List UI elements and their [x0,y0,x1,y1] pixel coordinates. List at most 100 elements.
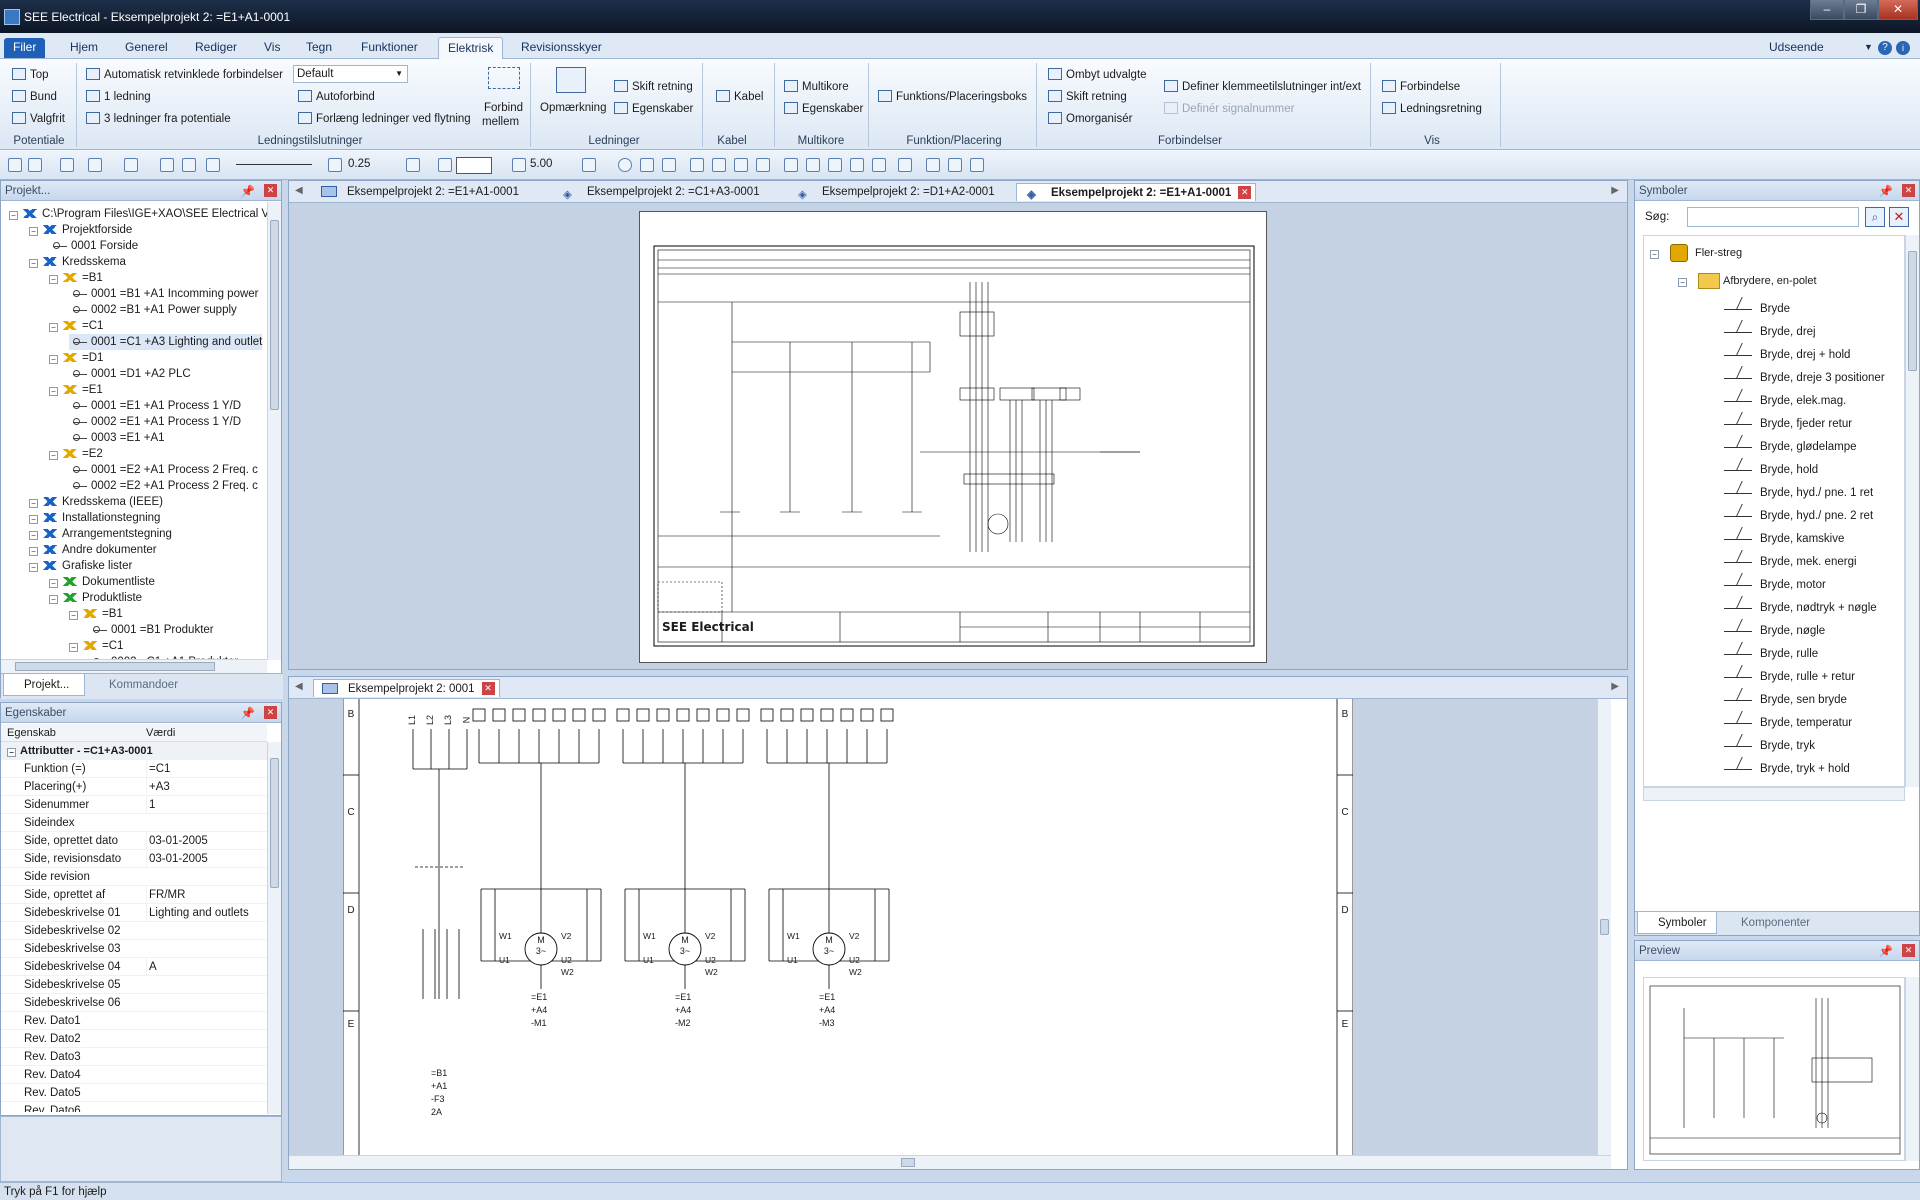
arrow-tool-icon[interactable] [734,158,748,172]
scroll-thumb[interactable] [1908,251,1917,371]
wire-tool-2-icon[interactable] [712,158,726,172]
tree-item[interactable]: 0001 =E1 +A1 Process 1 Y/D [69,398,241,414]
tab-scroll-right-icon[interactable]: ▶ [1611,185,1619,196]
grid-size-value[interactable]: 5.00 [530,158,552,170]
export-tool-icon[interactable] [970,158,984,172]
motor-circuit[interactable]: M 3~ W1 V2 U1 U2 W2 =E1 +A4 -M1 [469,699,613,1155]
tree-node-fler-streg[interactable]: − Fler-streg [1650,242,1742,264]
properties-group-row[interactable]: − Attributter - =C1+A3-0001 [1,742,267,760]
schematic-sheet-top[interactable]: SEE Electrical [639,211,1267,663]
connect-between-icon[interactable] [488,67,520,89]
scroll-thumb[interactable] [1600,919,1609,935]
property-row[interactable]: Sidebeskrivelse 02 [1,922,267,940]
collapse-icon[interactable]: − [49,579,58,588]
tab-symboler[interactable]: Symboler [1637,912,1717,934]
tree-item[interactable]: 0001 =B1 +A1 Incomming power [69,286,259,302]
collapse-icon[interactable]: − [49,355,58,364]
pin-icon[interactable]: 📌 [1879,182,1893,202]
tab-revisionsskyer[interactable]: Revisionsskyer [512,37,611,59]
property-row[interactable]: Sideindex [1,814,267,832]
tab-scroll-left-icon[interactable]: ◀ [295,185,303,196]
property-row[interactable]: Placering(+) +A3 [1,778,267,796]
collapse-icon[interactable]: − [69,611,78,620]
tab-hjem[interactable]: Hjem [61,37,107,59]
one-wire-button[interactable]: 1 ledning [86,90,151,103]
scroll-thumb[interactable] [270,220,279,410]
symbol-item[interactable]: Bryde, tryk + hold [1724,758,1850,780]
project-tree[interactable]: − C:\Program Files\IGE+XAO\SEE Electrical… [1,202,267,666]
property-value[interactable]: FR/MR [146,886,267,904]
line-width-value[interactable]: 0.25 [348,158,370,170]
symbol-item[interactable]: Bryde, drej + hold [1724,344,1850,366]
property-value[interactable]: =C1 [146,760,267,778]
property-row[interactable]: Rev. Dato1 [1,1012,267,1030]
save-icon[interactable] [60,158,74,172]
tab-tegn[interactable]: Tegn [297,37,341,59]
symbols-hscrollbar[interactable] [1643,787,1905,801]
line-style-selector[interactable] [236,164,312,165]
tab-filer[interactable]: Filer [4,38,46,58]
property-row[interactable]: Rev. Dato2 [1,1030,267,1048]
property-row[interactable]: Side, revisionsdato 03-01-2005 [1,850,267,868]
reorganize-button[interactable]: Omorganisér [1048,112,1132,125]
info-icon[interactable]: i [1896,41,1910,55]
function-location-box-button[interactable]: Funktions/Placeringsboks [878,90,1027,103]
symbol-item[interactable]: Bryde, dreje 3 positioner [1724,367,1885,389]
terminal-tool-icon[interactable] [898,158,912,172]
tee-tool-icon[interactable] [784,158,798,172]
tree-item[interactable]: − =E1 [49,382,103,398]
appearance-menu[interactable]: Udseende [1760,37,1833,59]
collapse-icon[interactable]: − [1650,250,1659,259]
tree-item[interactable]: − =C1 [69,638,123,654]
tab-elektrisk[interactable]: Elektrisk [438,37,504,59]
scroll-thumb[interactable] [270,758,279,888]
tree-item[interactable]: − Kredsskema [29,254,126,270]
property-row[interactable]: Sidebeskrivelse 04 A [1,958,267,976]
close-icon[interactable]: ✕ [1902,184,1915,197]
potential-bottom-button[interactable]: Bund [12,90,57,103]
property-row[interactable]: Sidebeskrivelse 05 [1,976,267,994]
symbol-item[interactable]: Bryde, elek.mag. [1724,390,1846,412]
tree-item[interactable]: − Arrangementstegning [29,526,172,542]
frame-tool-icon[interactable] [948,158,962,172]
tree-item[interactable]: − Kredsskema (IEEE) [29,494,163,510]
collapse-icon[interactable]: − [29,515,38,524]
symbol-item[interactable]: Bryde, fjeder retur [1724,413,1852,435]
tab-scroll-left-icon[interactable]: ◀ [295,681,303,692]
symbol-item[interactable]: Bryde, sen bryde [1724,689,1847,711]
tree-item[interactable]: 0002 =E2 +A1 Process 2 Freq. c [69,478,258,494]
symbols-scrollbar[interactable] [1905,235,1919,787]
collapse-icon[interactable]: − [9,211,18,220]
box-tool-icon[interactable] [926,158,940,172]
tree-item[interactable]: 0002 =E1 +A1 Process 1 Y/D [69,414,241,430]
property-row[interactable]: Sidenummer 1 [1,796,267,814]
multicore-button[interactable]: Multikore [784,80,849,93]
doc-tab-d1-a2[interactable]: ◈ Eksempelprojekt 2: =D1+A2-0001 [788,183,995,201]
doc-tab-e1-a1-active[interactable]: ◈ Eksempelprojekt 2: =E1+A1-0001 ✕ [1016,183,1257,201]
fill-color-swatch[interactable] [456,157,492,174]
wire-marking-button[interactable]: Opmærkning [540,102,606,114]
property-row[interactable]: Side, oprettet dato 03-01-2005 [1,832,267,850]
symbol-item[interactable]: Bryde, nøgle [1724,620,1825,642]
property-value[interactable]: +A3 [146,778,267,796]
collapse-icon[interactable]: − [29,227,38,236]
tree-item[interactable]: − Grafiske lister [29,558,132,574]
close-tab-icon[interactable]: ✕ [481,682,495,695]
symbol-item[interactable]: Bryde, nødtryk + nøgle [1724,597,1877,619]
node-tool-icon[interactable] [828,158,842,172]
property-row[interactable]: Side, oprettet af FR/MR [1,886,267,904]
collapse-icon[interactable]: − [49,323,58,332]
connection-style-combo[interactable]: Default ▼ [293,65,408,83]
doc-tab-0001[interactable]: Eksempelprojekt 2: 0001 ✕ [313,679,500,697]
show-wire-direction-toggle[interactable]: Ledningsretning [1382,102,1482,115]
show-connection-toggle[interactable]: Forbindelse [1382,80,1460,93]
symbol-item[interactable]: Bryde, rulle [1724,643,1818,665]
symbol-item[interactable]: Bryde, temperatur [1724,712,1852,734]
collapse-icon[interactable]: − [29,547,38,556]
app-icon[interactable] [4,9,20,25]
tree-item[interactable]: 0002 =B1 +A1 Power supply [69,302,237,318]
symbol-item[interactable]: Bryde, hold [1724,459,1818,481]
symbol-item[interactable]: Bryde, rulle + retur [1724,666,1855,688]
project-tree-hscrollbar[interactable] [1,659,267,673]
rectangle-tool-icon[interactable] [640,158,654,172]
